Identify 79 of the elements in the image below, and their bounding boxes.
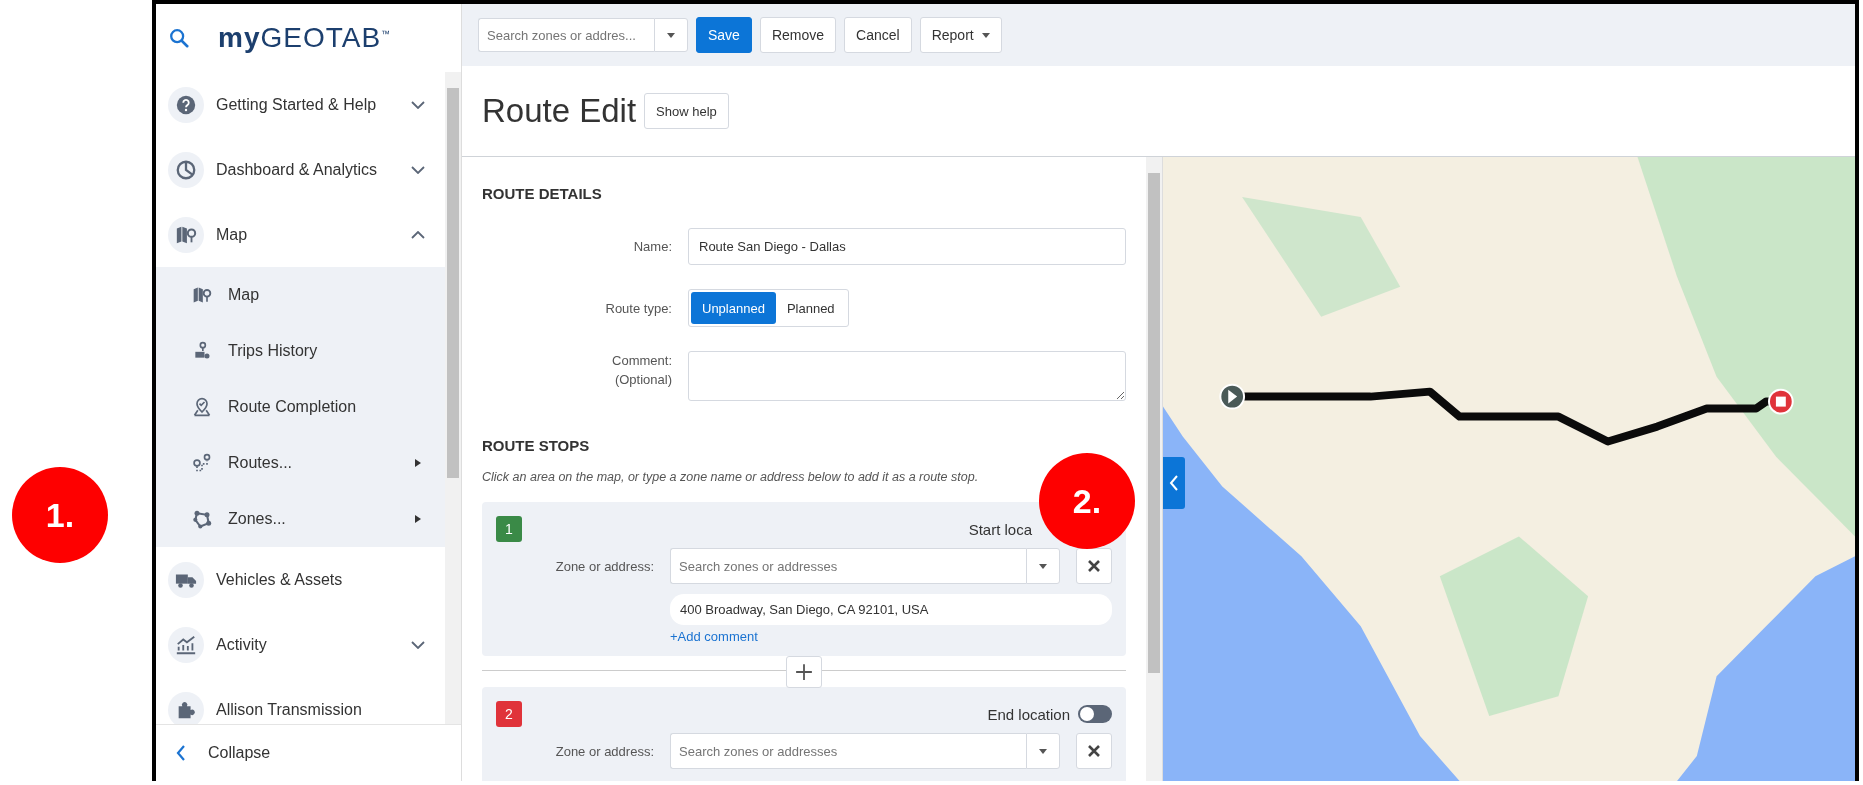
toggle-switch[interactable] xyxy=(1078,705,1112,723)
map-drawing[interactable] xyxy=(1163,157,1855,781)
annotation-marker: 1. xyxy=(12,467,108,563)
toolbar-button[interactable]: Remove xyxy=(759,17,837,53)
name-field[interactable]: Route San Diego - Dallas xyxy=(688,228,1126,265)
polygon-nodes-icon xyxy=(192,509,212,529)
address-text: 400 Broadway, San Diego, CA 92101, USA xyxy=(670,594,1112,625)
panel-toggle-button[interactable] xyxy=(1163,457,1185,509)
nav-item[interactable]: Activity xyxy=(156,612,445,677)
add-comment-link[interactable]: +Add comment xyxy=(670,629,758,644)
bar-chart-icon xyxy=(168,626,204,663)
puzzle-piece-icon xyxy=(168,691,204,724)
route-type-option[interactable]: Unplanned xyxy=(691,292,776,324)
dropdown-button[interactable] xyxy=(654,18,688,52)
section-heading: ROUTE STOPS xyxy=(482,437,591,454)
close-icon xyxy=(1088,745,1100,757)
stop-number-badge: 2 xyxy=(496,701,522,727)
map-pin-icon xyxy=(168,216,204,253)
submenu-item[interactable]: Trips History xyxy=(156,323,445,379)
submenu-item[interactable]: Route Completion xyxy=(156,379,445,435)
submenu-arrow-icon xyxy=(415,459,421,467)
add-stop-button[interactable] xyxy=(786,656,822,688)
nav-item[interactable]: Dashboard & Analytics xyxy=(156,137,445,202)
field-label: Name: xyxy=(632,239,672,254)
submenu-item[interactable]: Map xyxy=(156,267,445,323)
search-icon[interactable] xyxy=(168,27,190,49)
pie-chart-icon xyxy=(168,151,204,188)
submenu-arrow-icon xyxy=(415,515,421,523)
comment-field[interactable] xyxy=(688,351,1126,401)
zone-search-field[interactable]: Search zones or addresses xyxy=(670,548,1026,584)
instructions-text: Click an area on the map, or type a zone name or address below to add it as a route stop. xyxy=(482,470,980,484)
caret-down-icon xyxy=(981,32,990,38)
page-title: Route Edit xyxy=(482,92,637,130)
field-label: Zone or address: xyxy=(554,743,654,759)
nav-item[interactable]: Getting Started & Help xyxy=(156,72,445,137)
field-label: Zone or address: xyxy=(554,558,654,574)
scrollbar[interactable] xyxy=(1146,157,1162,781)
nav-item[interactable]: Map xyxy=(156,202,445,267)
location-label: End location xyxy=(987,705,1070,723)
submenu-item[interactable]: Zones... xyxy=(156,491,445,547)
dropdown-button[interactable] xyxy=(1026,733,1060,769)
plus-icon xyxy=(795,663,813,681)
caret-down-icon xyxy=(667,32,675,38)
stop-number-badge: 1 xyxy=(496,516,522,542)
logo: myGEOTAB$^{™}$ xyxy=(218,22,392,54)
show-help-button[interactable]: Show help xyxy=(644,93,729,129)
help-circle-icon xyxy=(168,86,204,123)
section-heading: ROUTE DETAILS xyxy=(482,185,603,202)
remove-stop-button[interactable] xyxy=(1076,733,1112,769)
scrollbar[interactable] xyxy=(445,72,461,724)
close-icon xyxy=(1088,560,1100,572)
zone-search-field[interactable]: Search zones or addresses xyxy=(670,733,1026,769)
chevron-left-icon xyxy=(1169,475,1179,491)
field-hint: (Optional) xyxy=(614,371,672,389)
toolbar-button[interactable]: Save xyxy=(696,17,752,53)
field-label: Route type: xyxy=(604,300,672,316)
search-field[interactable]: Search zones or addres... xyxy=(478,18,654,52)
toolbar-button[interactable]: Report xyxy=(919,17,1002,53)
map-pin-icon xyxy=(192,285,212,305)
caret-down-icon xyxy=(1039,748,1047,754)
chevron-icon xyxy=(411,640,425,649)
location-check-icon xyxy=(192,397,212,417)
truck-icon xyxy=(168,561,204,598)
nav-item[interactable]: Allison Transmission xyxy=(156,677,445,724)
collapse-button[interactable]: Collapse xyxy=(156,724,461,781)
chevron-icon xyxy=(411,165,425,174)
chevron-icon xyxy=(411,100,425,109)
chevron-left-icon xyxy=(176,745,186,761)
chevron-icon xyxy=(411,230,425,239)
route-pins-icon xyxy=(192,453,212,473)
annotation-marker: 2. xyxy=(1039,453,1135,549)
remove-stop-button[interactable] xyxy=(1076,548,1112,584)
nav-item[interactable]: Vehicles & Assets xyxy=(156,547,445,612)
location-label: Start loca xyxy=(968,520,1032,538)
dropdown-button[interactable] xyxy=(1026,548,1060,584)
toolbar-button[interactable]: Cancel xyxy=(844,17,912,53)
caret-down-icon xyxy=(1039,563,1047,569)
submenu-item[interactable]: Routes... xyxy=(156,435,445,491)
field-label: Comment: xyxy=(612,352,672,370)
